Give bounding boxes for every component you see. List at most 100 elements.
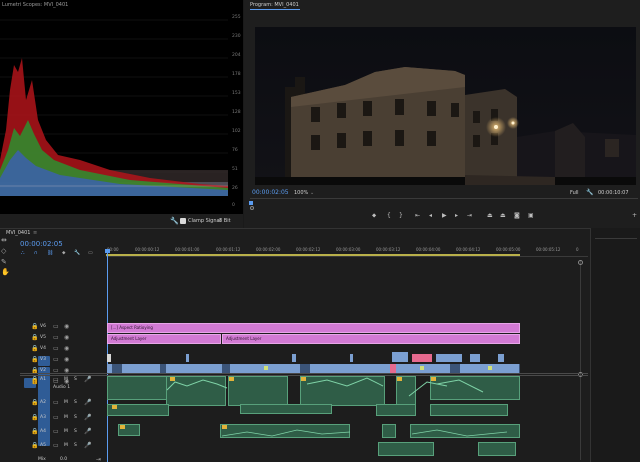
clip-cut[interactable] [222, 364, 230, 373]
step-forward-icon[interactable]: ▸ [455, 212, 458, 219]
clip-v3[interactable] [350, 354, 353, 362]
track-header-a4[interactable]: 🔒 A4 ▭ M S 🎤 [20, 428, 105, 439]
microphone-icon[interactable]: 🎤 [84, 442, 91, 449]
solo-button[interactable]: S [74, 429, 77, 434]
track-header-v5[interactable]: 🔒 V5 ▭ ◉ [20, 334, 105, 345]
playback-resolution-select[interactable]: Full [570, 190, 579, 196]
zoom-handle[interactable] [250, 206, 254, 210]
clip-marker[interactable] [488, 366, 492, 370]
eye-icon[interactable]: ◉ [64, 323, 69, 330]
lock-icon[interactable]: 🔒 [31, 323, 38, 330]
lock-icon[interactable]: 🔒 [31, 399, 38, 406]
clip-v3[interactable] [292, 354, 296, 362]
chevron-down-icon[interactable]: ⌄ [310, 190, 314, 196]
add-button-icon[interactable]: + [632, 212, 637, 219]
clip-v3[interactable] [186, 354, 189, 362]
step-back-icon[interactable]: ◂ [429, 212, 432, 219]
track-divider[interactable] [20, 373, 588, 374]
sync-lock-icon[interactable]: ▭ [53, 442, 59, 449]
microphone-icon[interactable]: 🎤 [84, 399, 91, 406]
playback-scrubber[interactable] [250, 198, 638, 199]
track-header-a2[interactable]: 🔒 A2 ▭ M S 🎤 [20, 399, 105, 410]
playhead-marker[interactable] [249, 201, 253, 205]
solo-button[interactable]: S [74, 443, 77, 448]
go-to-end-icon[interactable]: ⇥ [96, 456, 101, 462]
mark-out-icon[interactable]: } [399, 212, 403, 219]
fx-badge[interactable] [120, 425, 125, 429]
sync-lock-icon[interactable]: ▭ [53, 428, 59, 435]
add-marker-icon[interactable]: ⬥ [62, 250, 66, 256]
fx-badge[interactable] [431, 377, 436, 381]
eye-icon[interactable]: ◉ [64, 345, 69, 352]
track-header-v3[interactable]: 🔒 V3 ▭ ◉ [20, 356, 105, 367]
sync-lock-icon[interactable]: ▭ [53, 356, 59, 363]
pen-tool-icon[interactable]: ✎ [1, 258, 7, 266]
track-header-mix[interactable]: Mix 0.0 ⇥ [20, 456, 105, 462]
sync-lock-icon[interactable]: ▭ [53, 399, 59, 406]
fx-badge[interactable] [222, 425, 227, 429]
track-header-a1[interactable]: 🔒 A1 ▭ M S 🎤 Audio 1 [20, 376, 105, 446]
captions-icon[interactable]: ▭ [88, 250, 93, 256]
timeline-sequence-tab[interactable]: MVI_0401 [6, 230, 30, 236]
track-header-a3[interactable]: 🔒 A3 ▭ M S 🎤 [20, 414, 105, 425]
scroll-handle[interactable] [578, 260, 583, 265]
clip-cut[interactable] [300, 364, 310, 373]
clip-marker[interactable] [264, 366, 268, 370]
clip-v3[interactable] [436, 354, 462, 362]
microphone-icon[interactable]: 🎤 [84, 376, 91, 383]
clip-cut[interactable] [160, 364, 166, 373]
mute-button[interactable]: M [64, 377, 68, 382]
sync-lock-icon[interactable]: ▭ [53, 334, 59, 341]
playhead-handle[interactable] [105, 249, 110, 253]
clamp-signal-checkbox[interactable] [180, 218, 186, 224]
clip-v3[interactable] [392, 352, 408, 362]
hand-tool-icon[interactable]: ✋ [1, 268, 10, 276]
eye-icon[interactable]: ◉ [64, 356, 69, 363]
lock-icon[interactable]: 🔒 [31, 414, 38, 421]
lock-icon[interactable]: 🔒 [31, 428, 38, 435]
clip-v3[interactable] [107, 354, 111, 362]
wrench-icon[interactable]: 🔧 [586, 189, 593, 196]
scopes-panel-title[interactable]: Lumetri Scopes: MVI_0401 [2, 2, 68, 8]
clip-cut[interactable] [112, 364, 122, 373]
solo-button[interactable]: S [74, 400, 77, 405]
sync-lock-icon[interactable]: ▭ [53, 376, 59, 383]
clip-marker[interactable] [420, 366, 424, 370]
clip-v3[interactable] [498, 354, 504, 362]
mute-button[interactable]: M [64, 443, 68, 448]
compare-view-icon[interactable]: ▣ [528, 212, 534, 219]
work-area-bar[interactable] [106, 254, 520, 256]
linked-selection-icon[interactable]: ⛓ [47, 250, 53, 256]
clip-adjustment-layer[interactable]: Adjustment Layer [107, 334, 221, 344]
razor-tool-icon[interactable]: ◇ [1, 247, 6, 255]
sync-lock-icon[interactable]: ▭ [53, 414, 59, 421]
microphone-icon[interactable]: 🎤 [84, 414, 91, 421]
fx-badge[interactable] [397, 377, 402, 381]
track-header-a5[interactable]: 🔒 A5 ▭ M S 🎤 [20, 442, 105, 453]
master-volume-value[interactable]: 0.0 [60, 457, 67, 462]
lift-icon[interactable]: ⏏ [487, 212, 493, 219]
sync-lock-icon[interactable]: ▭ [53, 323, 59, 330]
track-header-v4[interactable]: 🔒 V4 ▭ ◉ [20, 345, 105, 356]
clip-v3[interactable] [412, 354, 432, 362]
lock-icon[interactable]: 🔒 [31, 442, 38, 449]
zoom-level-select[interactable]: 100% [294, 190, 308, 196]
sync-lock-icon[interactable]: ▭ [53, 345, 59, 352]
lock-icon[interactable]: 🔒 [31, 345, 38, 352]
solo-button[interactable]: S [74, 415, 77, 420]
bit-depth-select[interactable]: 8 Bit [219, 218, 231, 224]
menu-icon[interactable]: ≡ [33, 230, 37, 236]
fx-badge[interactable] [170, 377, 175, 381]
wrench-icon[interactable]: 🔧 [74, 250, 80, 256]
fx-badge[interactable] [301, 377, 306, 381]
microphone-icon[interactable]: 🎤 [84, 428, 91, 435]
clip-cut[interactable] [450, 364, 460, 373]
go-to-out-icon[interactable]: ⇥ [467, 212, 472, 219]
snap-icon[interactable]: ∩ [34, 250, 38, 256]
lock-icon[interactable]: 🔒 [31, 334, 38, 341]
go-to-in-icon[interactable]: ⇤ [415, 212, 420, 219]
mark-in-icon[interactable]: { [387, 212, 391, 219]
timeline-vertical-scrollbar[interactable] [580, 260, 581, 460]
program-panel-title[interactable]: Program: MVI_0401 [250, 2, 299, 8]
clip-cut[interactable] [390, 364, 396, 373]
